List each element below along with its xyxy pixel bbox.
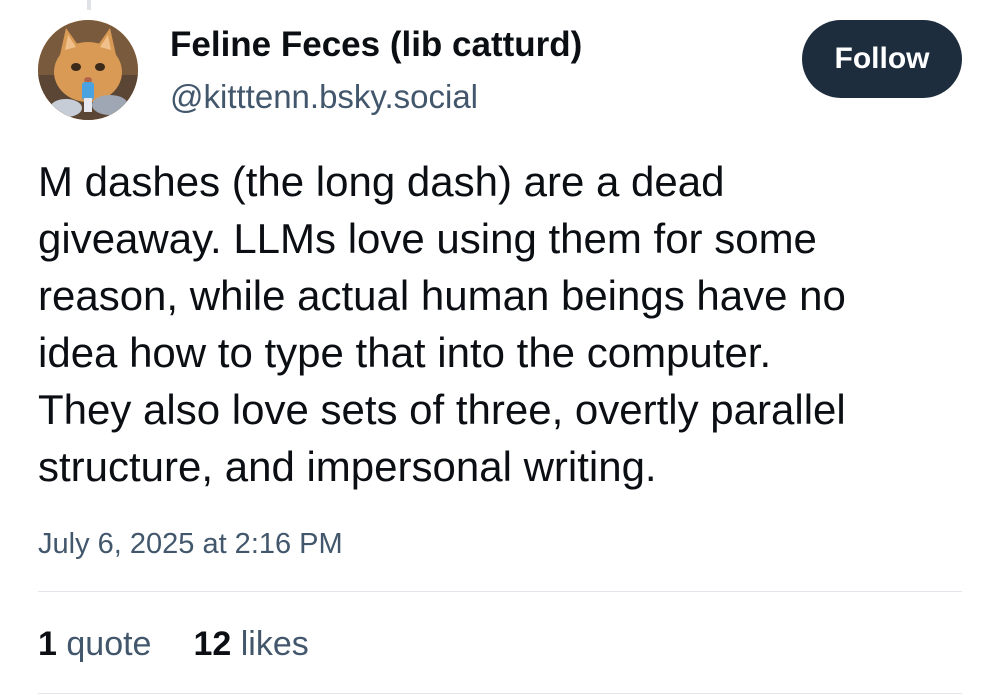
quote-count-link[interactable]: 1 quote [38, 622, 151, 666]
follow-button[interactable]: Follow [802, 20, 962, 98]
post-header: Feline Feces (lib catturd) @kitttenn.bsk… [38, 20, 962, 120]
author-display-name[interactable]: Feline Feces (lib catturd) [170, 24, 582, 66]
quote-count: 1 [38, 625, 57, 663]
post-timestamp[interactable]: July 6, 2025 at 2:16 PM [38, 524, 343, 564]
avatar[interactable] [38, 20, 138, 120]
author-identity: Feline Feces (lib catturd) @kitttenn.bsk… [170, 24, 582, 118]
cat-photo-icon [38, 20, 138, 120]
like-count: 12 [193, 625, 232, 663]
divider [38, 693, 962, 694]
post-stats: 1 quote 12 likes [38, 622, 309, 666]
like-count-link[interactable]: 12 likes [193, 622, 308, 666]
like-label: likes [240, 625, 309, 663]
quote-label: quote [66, 625, 152, 663]
author-handle[interactable]: @kitttenn.bsky.social [170, 76, 582, 118]
post-text: M dashes (the long dash) are a dead give… [38, 158, 846, 490]
divider [38, 591, 962, 592]
thread-connector-line [87, 0, 91, 10]
